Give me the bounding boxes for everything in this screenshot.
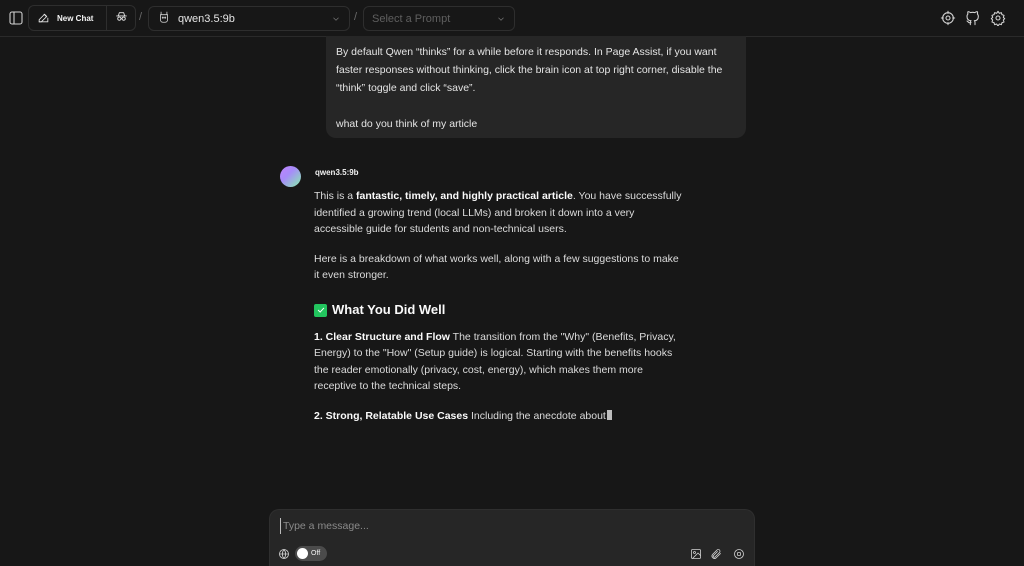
stop-circle-icon[interactable] xyxy=(732,547,745,560)
sidebar-icon[interactable] xyxy=(8,10,24,26)
assistant-paragraph: This is a fantastic, timely, and highly … xyxy=(314,188,684,238)
paperclip-icon[interactable] xyxy=(709,547,722,560)
section-heading: What You Did Well xyxy=(314,302,684,319)
model-select[interactable]: qwen3.5:9b xyxy=(148,6,350,31)
text-segment: Including the anecdote about xyxy=(468,409,606,422)
section-heading-text: What You Did Well xyxy=(332,301,446,317)
assistant-message: This is a fantastic, timely, and highly … xyxy=(314,188,684,438)
assistant-avatar xyxy=(280,166,301,187)
new-chat-button[interactable]: New Chat xyxy=(29,6,107,30)
assistant-paragraph: Here is a breakdown of what works well, … xyxy=(314,252,679,282)
text-segment: This is a xyxy=(314,190,357,202)
top-bar: New Chat / qwen3.5:9b / Select a Prompt xyxy=(0,0,1024,37)
breadcrumb-separator: / xyxy=(354,11,358,23)
chevron-down-icon xyxy=(331,14,341,24)
bold-text: 1. Clear Structure and Flow xyxy=(314,330,450,343)
user-message-paragraph: what do you think of my article xyxy=(336,118,478,130)
chevron-down-icon xyxy=(496,14,506,24)
user-message-bubble: By default Qwen “thinks” for a while bef… xyxy=(326,36,746,138)
message-input[interactable] xyxy=(280,518,740,534)
assistant-model-label: qwen3.5:9b xyxy=(315,168,359,177)
breadcrumb-separator: / xyxy=(139,11,143,23)
streaming-cursor xyxy=(606,409,612,420)
message-composer: Off xyxy=(269,509,755,566)
user-message-paragraph: By default Qwen “thinks” for a while bef… xyxy=(336,46,723,94)
new-chat-label: New Chat xyxy=(57,13,94,23)
assistant-paragraph: 2. Strong, Relatable Use Cases Including… xyxy=(314,408,684,425)
github-icon[interactable] xyxy=(965,10,981,26)
assistant-paragraph: 1. Clear Structure and Flow The transiti… xyxy=(314,329,684,395)
prompt-select[interactable]: Select a Prompt xyxy=(363,6,515,31)
pencil-square-icon xyxy=(37,11,50,26)
prompt-select-placeholder: Select a Prompt xyxy=(372,12,451,25)
bold-text: 2. Strong, Relatable Use Cases xyxy=(314,409,469,422)
brain-settings-icon[interactable] xyxy=(940,10,956,26)
incognito-icon xyxy=(115,10,128,26)
model-name: qwen3.5:9b xyxy=(178,12,235,25)
new-chat-group: New Chat xyxy=(28,5,136,31)
bold-text: fantastic, timely, and highly practical … xyxy=(356,190,573,202)
gear-icon[interactable] xyxy=(990,10,1006,26)
llama-icon xyxy=(157,10,171,27)
check-mark-icon xyxy=(314,303,327,317)
image-icon[interactable] xyxy=(689,547,702,560)
globe-icon[interactable] xyxy=(278,548,290,560)
toggle-knob xyxy=(297,548,308,559)
incognito-button[interactable] xyxy=(107,6,135,30)
toggle-label: Off xyxy=(311,550,321,557)
web-search-toggle[interactable]: Off xyxy=(295,546,327,561)
